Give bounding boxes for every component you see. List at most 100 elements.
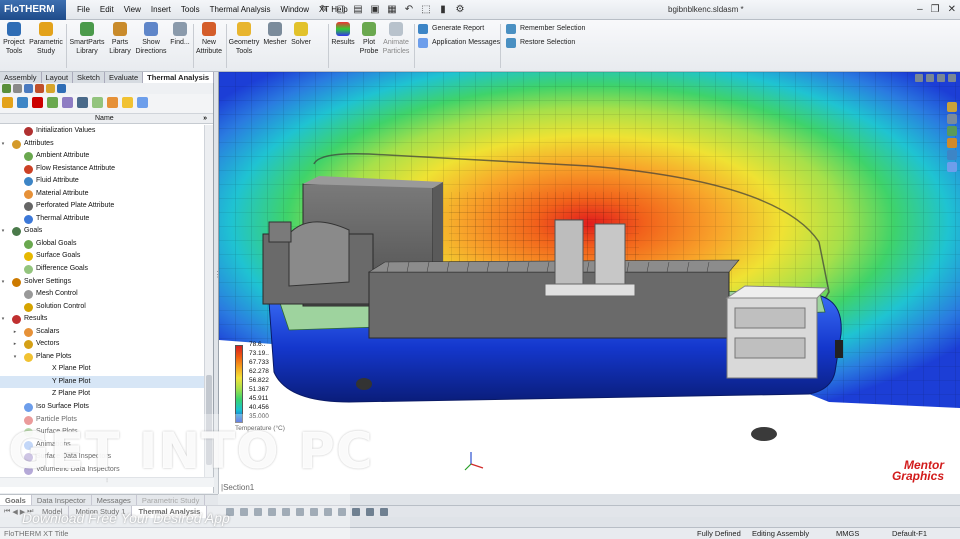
tree-node[interactable]: ▾ Results [0, 313, 204, 326]
tree-node[interactable]: Initialization Values [0, 125, 204, 138]
feature-manager-icon[interactable] [2, 84, 11, 93]
tree-node[interactable]: Flow Resistance Attribute [0, 163, 204, 176]
menu-thermal-analysis[interactable]: Thermal Analysis [205, 0, 276, 20]
add-icon[interactable] [2, 97, 13, 108]
results-button[interactable]: Results [330, 22, 356, 47]
status-units[interactable]: MMGS [836, 528, 859, 539]
parametric-study-button[interactable]: Parametric Study [28, 22, 64, 56]
tree-node[interactable]: Mesh Control [0, 288, 204, 301]
project-tools-button[interactable]: Project Tools [2, 22, 26, 56]
custom-properties-icon[interactable] [947, 162, 957, 172]
menu-edit[interactable]: Edit [95, 0, 119, 20]
plot-probe-button[interactable]: Plot Probe [357, 22, 381, 56]
tab-layout[interactable]: Layout [42, 72, 74, 83]
mesher-button[interactable]: Mesher [262, 22, 288, 47]
application-messages-button[interactable]: Application Messages [418, 38, 500, 48]
tool-icon[interactable] [352, 508, 360, 516]
status-config[interactable]: Default-F1 [892, 528, 927, 539]
select-pointer-icon[interactable]: ⬚ [420, 3, 432, 16]
remember-selection-button[interactable]: Remember Selection [506, 24, 585, 34]
delete-icon[interactable] [32, 97, 43, 108]
appearances-icon[interactable] [947, 150, 957, 160]
smartparts-library-button[interactable]: SmartParts Library [68, 22, 106, 56]
tab-evaluate[interactable]: Evaluate [105, 72, 144, 83]
expand-arrow-icon[interactable]: ▾ [0, 313, 6, 326]
animate-particles-button[interactable]: Animate Particles [381, 22, 411, 56]
menu-tools[interactable]: Tools [176, 0, 205, 20]
tree-tool-icon[interactable] [137, 97, 148, 108]
new-document-icon[interactable]: ▢ [335, 3, 347, 16]
tree-node[interactable]: ▾ Plane Plots [0, 351, 204, 364]
options-icon[interactable]: ⚙ [454, 3, 466, 16]
tab-thermal-analysis[interactable]: Thermal Analysis [143, 72, 215, 83]
collapse-arrow-icon[interactable]: ▸ [12, 338, 18, 351]
tree-node[interactable]: Y Plane Plot [0, 375, 204, 389]
tree-node[interactable]: Surface Goals [0, 250, 204, 263]
undo-icon[interactable]: ↶ [403, 3, 415, 16]
design-library-icon[interactable] [947, 114, 957, 124]
menu-view[interactable]: View [119, 0, 146, 20]
flotherm-tree-icon[interactable] [57, 84, 66, 93]
tree-node[interactable]: ▾ Goals [0, 225, 204, 238]
view-tile-icon[interactable] [915, 74, 923, 82]
tab-assembly[interactable]: Assembly [0, 72, 42, 83]
restore-icon[interactable]: ❐ [931, 0, 940, 20]
geometry-tools-button[interactable]: Geometry Tools [227, 22, 261, 56]
display-manager-icon[interactable] [46, 84, 55, 93]
tree-tool-icon[interactable] [122, 97, 133, 108]
parts-library-button[interactable]: Parts Library [107, 22, 133, 56]
print-icon[interactable]: ▦ [386, 3, 398, 16]
expand-arrow-icon[interactable]: ▾ [12, 351, 18, 364]
menu-window[interactable]: Window [276, 0, 314, 20]
tree-node[interactable]: Thermal Attribute [0, 213, 204, 226]
tree-node[interactable]: Perforated Plate Attribute [0, 200, 204, 213]
tree-tool-icon[interactable] [92, 97, 103, 108]
view-expand-icon[interactable] [926, 74, 934, 82]
tree-node[interactable]: Global Goals [0, 238, 204, 251]
open-folder-icon[interactable]: ▤ [352, 3, 364, 16]
configuration-manager-icon[interactable] [24, 84, 33, 93]
solver-button[interactable]: Solver [289, 22, 313, 47]
tree-node[interactable]: X Plane Plot [0, 363, 204, 376]
menu-file[interactable]: File [72, 0, 95, 20]
property-manager-icon[interactable] [13, 84, 22, 93]
resources-icon[interactable] [947, 102, 957, 112]
collapse-panel-button[interactable]: » [203, 114, 207, 124]
tree-node[interactable]: Difference Goals [0, 263, 204, 276]
tree-node[interactable]: Ambient Attribute [0, 150, 204, 163]
menu-insert[interactable]: Insert [146, 0, 176, 20]
settings-icon[interactable] [62, 97, 73, 108]
filter-icon[interactable] [47, 97, 58, 108]
expand-arrow-icon[interactable]: ▾ [0, 225, 6, 238]
view-close-icon[interactable] [948, 74, 956, 82]
tool-icon[interactable] [380, 508, 388, 516]
view-minimize-icon[interactable] [937, 74, 945, 82]
tree-node[interactable]: ▾ Solver Settings [0, 276, 204, 289]
collapse-arrow-icon[interactable]: ▸ [12, 326, 18, 339]
expand-arrow-icon[interactable]: ▾ [0, 138, 6, 151]
tree-node[interactable]: Solution Control [0, 301, 204, 314]
tree-node[interactable]: ▾ Attributes [0, 138, 204, 151]
save-icon[interactable]: ▣ [369, 3, 381, 16]
tree-node[interactable]: ▸ Scalars [0, 326, 204, 339]
copy-icon[interactable] [17, 97, 28, 108]
generate-report-button[interactable]: Generate Report [418, 24, 484, 34]
view-palette-icon[interactable] [947, 138, 957, 148]
tree-node[interactable]: Fluid Attribute [0, 175, 204, 188]
tree-tool-icon[interactable] [107, 97, 118, 108]
new-attribute-button[interactable]: New Attribute [194, 22, 224, 56]
tree-node[interactable]: Z Plane Plot [0, 388, 204, 401]
restore-selection-button[interactable]: Restore Selection [506, 38, 575, 48]
find-button[interactable]: Find... [169, 22, 191, 47]
minimize-icon[interactable]: – [917, 0, 923, 20]
tool-icon[interactable] [366, 508, 374, 516]
expand-arrow-icon[interactable]: ▾ [0, 276, 6, 289]
close-icon[interactable]: ✕ [948, 0, 956, 20]
tab-sketch[interactable]: Sketch [73, 72, 105, 83]
tree-node[interactable]: ▸ Vectors [0, 338, 204, 351]
grid-icon[interactable] [77, 97, 88, 108]
pin-icon[interactable]: ✎ [318, 3, 330, 16]
tree-node[interactable]: Material Attribute [0, 188, 204, 201]
show-directions-button[interactable]: Show Directions [134, 22, 168, 56]
rebuild-icon[interactable]: ▮ [437, 3, 449, 16]
